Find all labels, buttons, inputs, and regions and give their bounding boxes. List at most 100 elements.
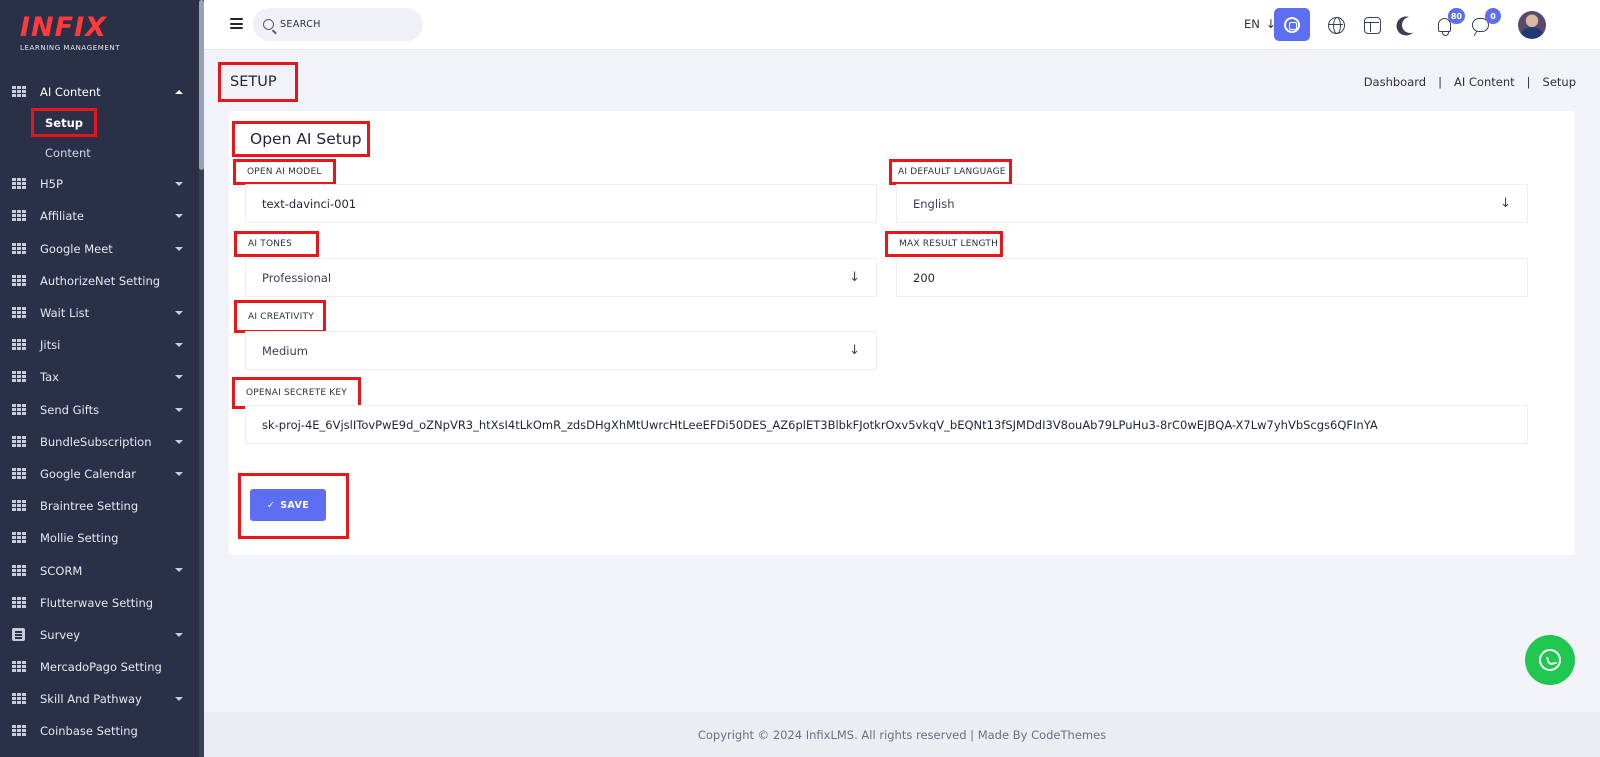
sidebar-item-label: Affiliate: [40, 209, 85, 224]
website-button[interactable]: [1324, 13, 1348, 37]
top-header: EN↓ 80 0: [204, 0, 1600, 50]
chevron-down-icon: [175, 697, 183, 702]
page-title: SETUP: [218, 62, 298, 102]
search-input[interactable]: [280, 19, 410, 30]
sidebar-item-ai-content[interactable]: AI Content: [0, 76, 199, 108]
grid-icon: [12, 500, 28, 512]
save-button-label: SAVE: [280, 499, 310, 511]
sidebar-item-authorizenet-setting[interactable]: AuthorizeNet Setting: [0, 265, 199, 297]
sidebar-item-tax[interactable]: Tax: [0, 361, 199, 393]
sidebar: INFIX LEARNING MANAGEMENT AI Content Set…: [0, 0, 204, 757]
breadcrumb-ai-content[interactable]: AI Content: [1454, 75, 1515, 89]
whatsapp-button[interactable]: [1525, 635, 1575, 685]
grid-icon: [12, 210, 28, 222]
arrow-down-icon: ↓: [849, 343, 860, 358]
grid-icon: [12, 86, 28, 98]
model-field[interactable]: [245, 184, 877, 223]
sidebar-item-h5p[interactable]: H5P: [0, 168, 199, 200]
grid-icon: [12, 307, 28, 319]
sidebar-item-label: Send Gifts: [40, 402, 100, 417]
creativity-select[interactable]: Medium ↓: [245, 331, 877, 370]
chevron-down-icon: [175, 568, 183, 573]
sidebar-item-scorm[interactable]: SCORM: [0, 554, 199, 586]
sidebar-item-label: Braintree Setting: [40, 499, 139, 514]
grid-icon: [12, 403, 28, 416]
sidebar-item-mollie-setting[interactable]: Mollie Setting: [0, 522, 199, 554]
chevron-down-icon: [175, 375, 183, 380]
sidebar-item-label: H5P: [40, 177, 63, 192]
sidebar-item-coinbase-setting[interactable]: Coinbase Setting: [0, 715, 199, 747]
grid-icon: [12, 435, 28, 448]
copyright-text: Copyright © 2024 InfixLMS. All rights re…: [697, 727, 1107, 742]
sidebar-item-google-calendar[interactable]: Google Calendar: [0, 458, 199, 490]
tones-select[interactable]: Professional ↓: [245, 258, 877, 297]
breadcrumb-setup: Setup: [1542, 75, 1576, 89]
sidebar-item-label: Survey: [40, 627, 81, 642]
card-title: Open AI Setup: [232, 121, 370, 157]
sidebar-item-survey[interactable]: Survey: [0, 619, 199, 651]
sidebar-item-wait-list[interactable]: Wait List: [0, 297, 199, 329]
tones-value: Professional: [262, 270, 332, 285]
creativity-label: AI CREATIVITY: [234, 300, 326, 333]
chip-icon: [1284, 16, 1300, 33]
language-selector[interactable]: EN ↓: [1244, 17, 1276, 31]
grid-icon: [12, 178, 28, 190]
grid-icon: [12, 596, 28, 609]
save-button[interactable]: ✓ SAVE: [250, 489, 326, 521]
sidebar-item-mercadopago-setting[interactable]: MercadoPago Setting: [0, 651, 199, 683]
sidebar-item-google-meet[interactable]: Google Meet: [0, 233, 199, 265]
default-language-label: AI DEFAULT LANGUAGE: [889, 159, 1012, 185]
secret-key-field[interactable]: [245, 405, 1528, 444]
layout-button[interactable]: [1360, 13, 1384, 37]
search-bar[interactable]: [253, 8, 423, 41]
secret-key-input[interactable]: [262, 417, 1527, 432]
creativity-value: Medium: [262, 343, 308, 358]
grid-icon: [12, 242, 28, 255]
chevron-down-icon: [175, 439, 183, 444]
chevron-down-icon: [175, 343, 183, 348]
grid-icon: [12, 274, 28, 287]
chevron-down-icon: [175, 182, 183, 187]
grid-icon: [12, 532, 28, 544]
sidebar-subitem-setup[interactable]: Setup: [0, 108, 199, 138]
tones-label: AI TONES: [234, 231, 319, 257]
chevron-down-icon: [175, 407, 183, 412]
sidebar-item-label: BundleSubscription: [40, 434, 152, 449]
user-avatar[interactable]: [1518, 11, 1546, 39]
chevron-down-icon: [175, 471, 183, 476]
sidebar-subitem-content[interactable]: Content: [0, 138, 199, 168]
sidebar-item-label: SCORM: [40, 563, 83, 578]
sidebar-scrollbar[interactable]: [199, 0, 204, 757]
sidebar-item-label: AI Content: [40, 85, 101, 100]
notifications-button[interactable]: 80: [1432, 8, 1465, 37]
sidebar-item-send-gifts[interactable]: Send Gifts: [0, 394, 199, 426]
max-length-input[interactable]: [913, 270, 1527, 285]
logo[interactable]: INFIX LEARNING MANAGEMENT: [20, 12, 121, 53]
breadcrumb-dashboard[interactable]: Dashboard: [1364, 75, 1426, 89]
sidebar-item-skill-and-pathway[interactable]: Skill And Pathway: [0, 683, 199, 715]
max-length-field[interactable]: [896, 258, 1528, 297]
sidebar-item-bundlesubscription[interactable]: BundleSubscription: [0, 426, 199, 458]
footer: Copyright © 2024 InfixLMS. All rights re…: [204, 712, 1600, 757]
chevron-up-icon: [175, 90, 183, 94]
model-label: OPEN AI MODEL: [233, 159, 336, 185]
model-input[interactable]: [262, 196, 876, 211]
dark-mode-toggle[interactable]: [1395, 13, 1419, 37]
message-count-badge: 0: [1485, 8, 1501, 24]
highlight-box: [31, 108, 97, 138]
grid-icon: [12, 661, 28, 673]
default-language-select[interactable]: English ↓: [896, 184, 1528, 223]
sidebar-item-braintree-setting[interactable]: Braintree Setting: [0, 490, 199, 522]
globe-icon: [1327, 16, 1345, 34]
messages-button[interactable]: 0: [1468, 8, 1501, 37]
sidebar-item-jitsi[interactable]: Jitsi: [0, 329, 199, 361]
sidebar-item-affiliate[interactable]: Affiliate: [0, 200, 199, 232]
logo-tagline: LEARNING MANAGEMENT: [20, 44, 121, 52]
hamburger-menu-icon[interactable]: [230, 18, 243, 29]
ai-chip-button[interactable]: [1274, 8, 1310, 41]
sidebar-item-flutterwave-setting[interactable]: Flutterwave Setting: [0, 587, 199, 619]
breadcrumb: Dashboard | AI Content | Setup: [1364, 75, 1576, 89]
arrow-down-icon: ↓: [849, 270, 860, 285]
logo-wordmark: INFIX: [20, 12, 107, 43]
chevron-down-icon: [175, 632, 183, 637]
